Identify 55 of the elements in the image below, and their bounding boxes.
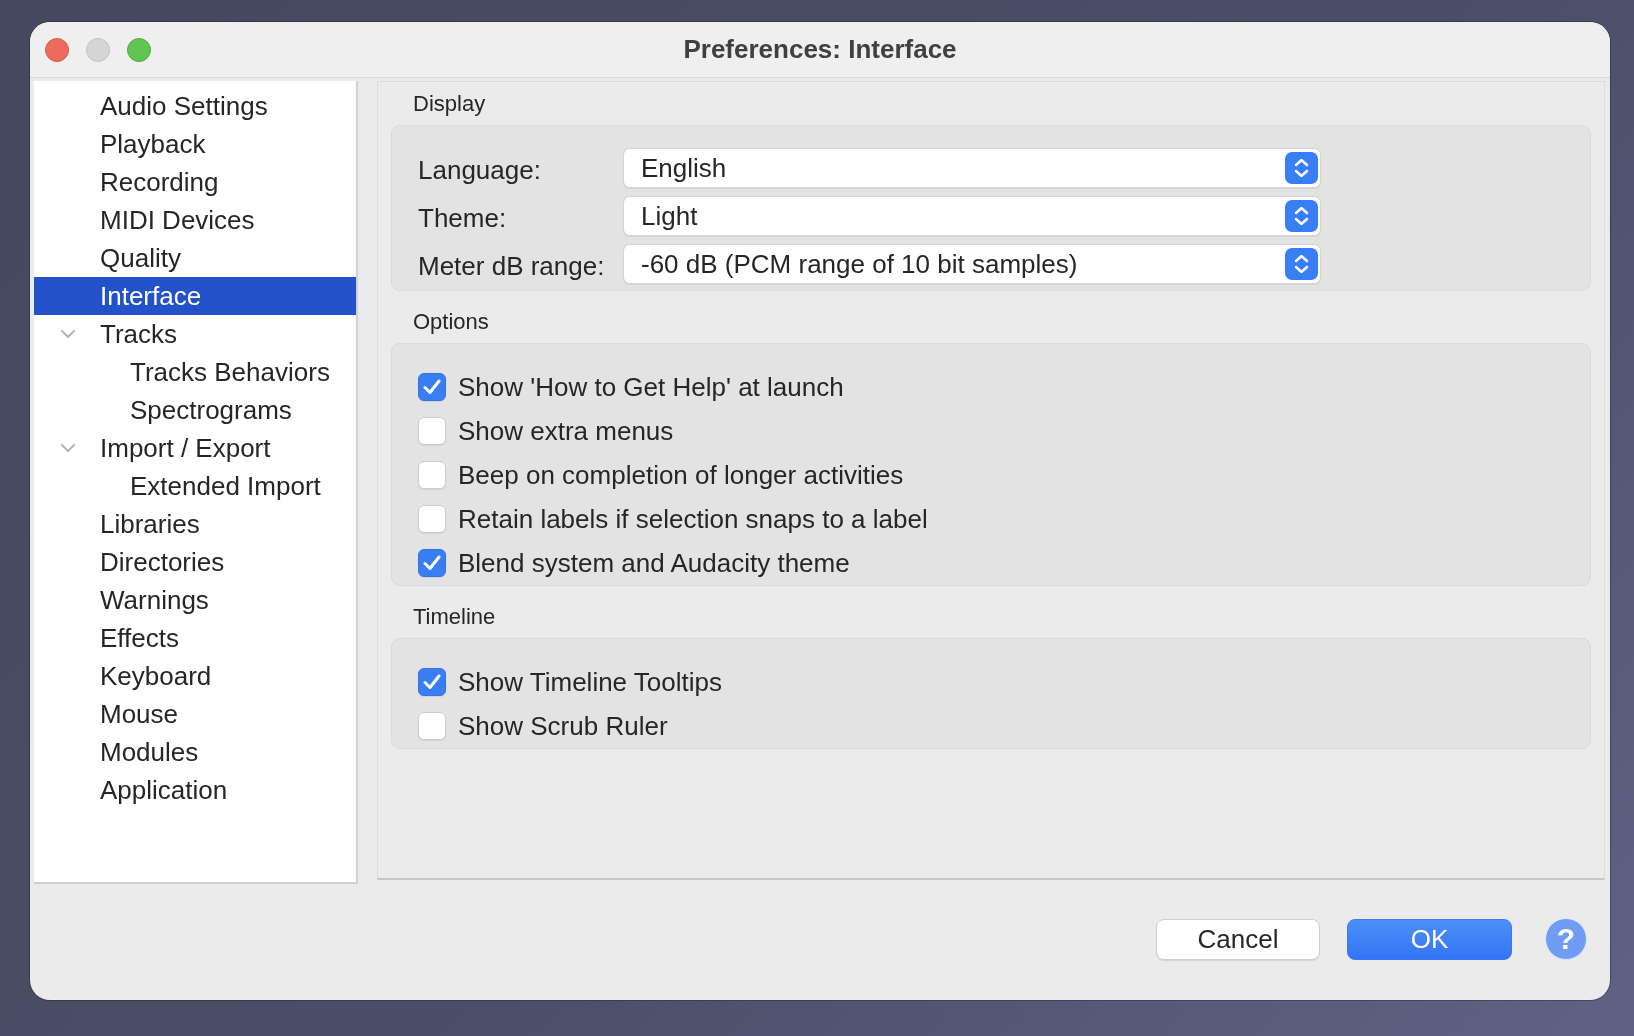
checkmark-icon — [423, 555, 441, 571]
sidebar-item[interactable]: Tracks Behaviors — [34, 353, 356, 391]
checkbox[interactable] — [418, 549, 446, 577]
checkbox[interactable] — [418, 461, 446, 489]
sidebar-item[interactable]: Spectrograms — [34, 391, 356, 429]
dropdown[interactable]: -60 dB (PCM range of 10 bit samples) — [623, 244, 1321, 284]
stepper-icon — [1285, 200, 1318, 232]
chevron-icon[interactable] — [60, 329, 76, 339]
sidebar-item[interactable]: Extended Import — [34, 467, 356, 505]
sidebar-item[interactable]: Directories — [34, 543, 356, 581]
sidebar-item[interactable]: Recording — [34, 163, 356, 201]
checkmark-icon — [423, 674, 441, 690]
checkbox-label[interactable]: Show 'How to Get Help' at launch — [458, 371, 844, 403]
checkbox-label[interactable]: Show extra menus — [458, 415, 674, 447]
sidebar-item[interactable]: Playback — [34, 125, 356, 163]
sidebar-item[interactable]: Mouse — [34, 695, 356, 733]
zoom-button[interactable] — [127, 37, 151, 62]
stepper-icon — [1285, 248, 1318, 280]
dropdown[interactable]: English — [623, 148, 1321, 188]
field-label: Meter dB range: — [418, 249, 606, 282]
field-label: Theme: — [418, 201, 508, 234]
checkbox[interactable] — [418, 668, 446, 696]
section-heading: Timeline — [412, 604, 497, 630]
sidebar-item[interactable]: MIDI Devices — [34, 201, 356, 239]
sidebar-item[interactable]: Application — [34, 771, 356, 809]
section-heading: Display — [412, 91, 487, 117]
sidebar-item[interactable]: Libraries — [34, 505, 356, 543]
chevron-icon[interactable] — [60, 443, 76, 453]
sidebar-item[interactable]: Warnings — [34, 581, 356, 619]
window-title: Preferences: Interface — [683, 34, 957, 65]
checkbox[interactable] — [418, 712, 446, 740]
checkbox[interactable] — [418, 505, 446, 533]
sidebar-item[interactable]: Import / Export — [34, 429, 356, 467]
cancel-button[interactable]: Cancel — [1156, 919, 1320, 960]
checkmark-icon — [423, 379, 441, 395]
checkbox[interactable] — [418, 373, 446, 401]
sidebar-item[interactable]: Tracks — [34, 315, 356, 353]
checkbox-label[interactable]: Retain labels if selection snaps to a label — [458, 503, 928, 535]
close-button[interactable] — [45, 37, 69, 62]
stepper-icon — [1285, 152, 1318, 184]
sidebar-item[interactable]: Interface — [34, 277, 356, 315]
field-label: Language: — [418, 153, 542, 186]
checkbox-label[interactable]: Show Timeline Tooltips — [458, 666, 722, 698]
checkbox-label[interactable]: Blend system and Audacity theme — [458, 547, 850, 579]
sidebar-item[interactable]: Modules — [34, 733, 356, 771]
dropdown[interactable]: Light — [623, 196, 1321, 236]
checkbox-label[interactable]: Beep on completion of longer activities — [458, 459, 904, 491]
sidebar-item[interactable]: Keyboard — [34, 657, 356, 695]
sidebar-item[interactable]: Audio Settings — [34, 87, 356, 125]
checkbox[interactable] — [418, 417, 446, 445]
sidebar-item[interactable]: Effects — [34, 619, 356, 657]
checkbox-label[interactable]: Show Scrub Ruler — [458, 710, 668, 742]
sidebar-item[interactable]: Quality — [34, 239, 356, 277]
section-heading: Options — [412, 309, 490, 335]
ok-button[interactable]: OK — [1347, 919, 1512, 960]
